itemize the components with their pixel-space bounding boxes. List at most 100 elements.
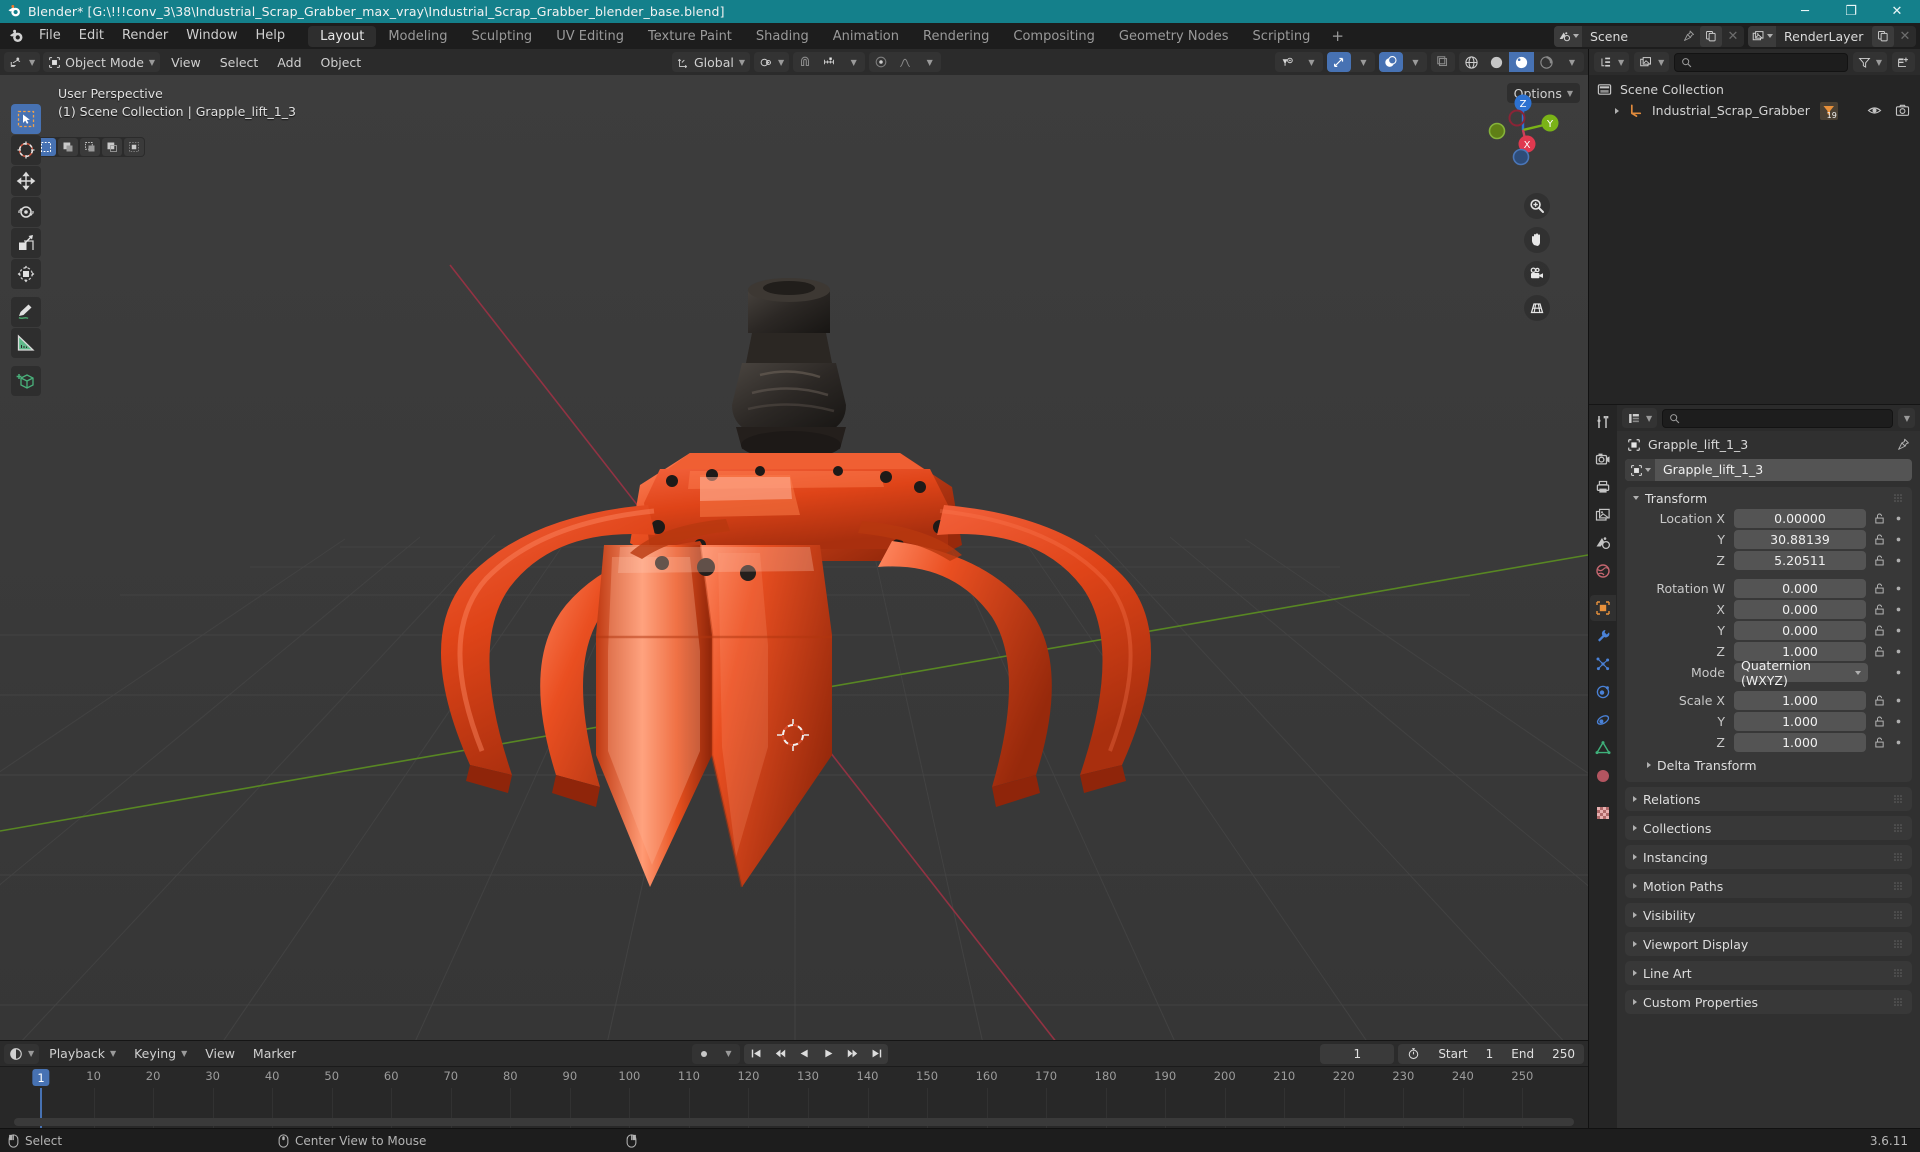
outliner-display-mode-button[interactable]: ▼ bbox=[1634, 52, 1670, 72]
snap-pivot-button[interactable]: ▼ bbox=[754, 52, 790, 72]
timeline-menu-keying[interactable]: Keying ▼ bbox=[126, 1044, 195, 1064]
scene-tab[interactable] bbox=[1590, 530, 1616, 556]
jump-to-next-keyframe-button[interactable] bbox=[840, 1044, 864, 1064]
panel-visibility[interactable]: Visibility bbox=[1625, 903, 1912, 927]
properties-search-input[interactable] bbox=[1662, 408, 1893, 428]
property-value-field[interactable]: 30.88139 bbox=[1734, 530, 1866, 549]
viewport-menu-select[interactable]: Select bbox=[212, 52, 267, 72]
workspace-tab-animation[interactable]: Animation bbox=[821, 26, 911, 47]
chevron-down-icon[interactable]: ▼ bbox=[1299, 52, 1323, 72]
snap-target-icon[interactable] bbox=[817, 52, 841, 72]
falloff-curve-icon[interactable] bbox=[893, 52, 917, 72]
property-value-field[interactable]: 1.000 bbox=[1734, 691, 1866, 710]
proportional-edit-icon[interactable] bbox=[869, 52, 893, 72]
workspace-tab-scripting[interactable]: Scripting bbox=[1241, 26, 1323, 47]
view-layer-tab[interactable] bbox=[1590, 502, 1616, 528]
wireframe-shading-icon[interactable] bbox=[1459, 52, 1484, 72]
pin-icon[interactable] bbox=[1678, 26, 1700, 47]
transform-panel-header[interactable]: Transform bbox=[1625, 487, 1912, 509]
lock-icon[interactable] bbox=[1871, 512, 1887, 525]
outliner-search-input[interactable] bbox=[1674, 52, 1848, 72]
panel-instancing[interactable]: Instancing bbox=[1625, 845, 1912, 869]
add-workspace-button[interactable]: + bbox=[1322, 26, 1353, 47]
panel-motion-paths[interactable]: Motion Paths bbox=[1625, 874, 1912, 898]
view-layer-icon[interactable] bbox=[1748, 25, 1776, 47]
workspace-tab-texture-paint[interactable]: Texture Paint bbox=[636, 26, 744, 47]
animate-property-icon[interactable] bbox=[1892, 536, 1904, 543]
workspace-tab-uv-editing[interactable]: UV Editing bbox=[544, 26, 636, 47]
measure-tool[interactable] bbox=[11, 328, 41, 358]
chevron-down-icon[interactable]: ▼ bbox=[1403, 52, 1427, 72]
timeline-body[interactable]: 10 20 30 40 50 60 70 80 90 100 110 120 130 140 150 160 1… bbox=[0, 1066, 1588, 1128]
select-difference-icon[interactable] bbox=[102, 138, 122, 156]
transform-tool[interactable] bbox=[11, 259, 41, 289]
lock-icon[interactable] bbox=[1871, 736, 1887, 749]
timeline-ruler[interactable]: 10 20 30 40 50 60 70 80 90 100 110 120 130 140 150 160 1… bbox=[0, 1067, 1588, 1088]
workspace-tab-shading[interactable]: Shading bbox=[744, 26, 821, 47]
animate-property-icon[interactable] bbox=[1892, 627, 1904, 634]
jump-to-end-button[interactable] bbox=[864, 1044, 888, 1064]
transform-orientation-button[interactable]: Global ▼ bbox=[672, 52, 751, 72]
animate-property-icon[interactable] bbox=[1892, 718, 1904, 725]
new-view-layer-button[interactable] bbox=[1872, 25, 1894, 47]
material-tab[interactable] bbox=[1590, 763, 1616, 789]
cursor-tool[interactable] bbox=[11, 135, 41, 165]
lock-icon[interactable] bbox=[1871, 645, 1887, 658]
toggle-xray-icon[interactable] bbox=[1431, 52, 1455, 72]
delta-transform-subpanel[interactable]: Delta Transform bbox=[1625, 755, 1912, 775]
property-value-field[interactable]: 0.000 bbox=[1734, 579, 1866, 598]
navigation-gizmo[interactable]: Z Y X bbox=[1484, 91, 1562, 169]
workspace-tab-layout[interactable]: Layout bbox=[308, 25, 377, 47]
new-scene-button[interactable] bbox=[1700, 25, 1722, 47]
property-value-field[interactable]: 0.00000 bbox=[1734, 509, 1866, 528]
menu-edit[interactable]: Edit bbox=[70, 25, 113, 47]
lock-icon[interactable] bbox=[1871, 694, 1887, 707]
maximize-button[interactable]: ❐ bbox=[1828, 0, 1874, 23]
menu-window[interactable]: Window bbox=[177, 25, 246, 47]
outliner-row-industrial-scrap-grabber[interactable]: Industrial_Scrap_Grabber 19 bbox=[1589, 100, 1920, 121]
animate-property-icon[interactable] bbox=[1892, 606, 1904, 613]
chevron-down-icon[interactable]: ▼ bbox=[917, 52, 941, 72]
tweak-select-tool[interactable] bbox=[11, 104, 41, 134]
stopwatch-icon[interactable] bbox=[1407, 1047, 1420, 1060]
lock-icon[interactable] bbox=[1871, 603, 1887, 616]
viewport-menu-object[interactable]: Object bbox=[313, 52, 370, 72]
panel-line-art[interactable]: Line Art bbox=[1625, 961, 1912, 985]
output-tab[interactable] bbox=[1590, 474, 1616, 500]
properties-editor-type-button[interactable]: ▼ bbox=[1622, 408, 1658, 428]
interaction-mode-button[interactable]: Object Mode ▼ bbox=[43, 52, 161, 72]
properties-options-button[interactable]: ▼ bbox=[1897, 408, 1915, 428]
play-reverse-button[interactable] bbox=[792, 1044, 816, 1064]
mesh-data-badge-icon[interactable]: 19 bbox=[1819, 101, 1838, 120]
animate-property-icon[interactable] bbox=[1892, 585, 1904, 592]
workspace-tab-sculpting[interactable]: Sculpting bbox=[459, 26, 544, 47]
workspace-tab-rendering[interactable]: Rendering bbox=[911, 26, 1001, 47]
unlink-scene-button[interactable]: ✕ bbox=[1722, 26, 1744, 47]
texture-tab[interactable] bbox=[1590, 800, 1616, 826]
pin-icon[interactable] bbox=[1897, 438, 1910, 451]
property-value-field[interactable]: 5.20511 bbox=[1734, 551, 1866, 570]
select-subtract-icon[interactable] bbox=[80, 138, 100, 156]
menu-render[interactable]: Render bbox=[113, 25, 177, 47]
rendered-shading-icon[interactable] bbox=[1534, 52, 1559, 72]
object-tab[interactable] bbox=[1590, 595, 1616, 621]
data-tab[interactable] bbox=[1590, 735, 1616, 761]
minimize-button[interactable]: ─ bbox=[1782, 0, 1828, 23]
select-extend-icon[interactable] bbox=[58, 138, 78, 156]
disable-in-renders-icon[interactable] bbox=[1895, 104, 1910, 117]
add-cube-tool[interactable] bbox=[11, 366, 41, 396]
animate-property-icon[interactable] bbox=[1892, 557, 1904, 564]
timeline-editor-type-button[interactable]: ▼ bbox=[4, 1043, 40, 1064]
property-value-field[interactable]: 0.000 bbox=[1734, 621, 1866, 640]
scene-icon[interactable] bbox=[1554, 25, 1582, 47]
timeline-scrollbar[interactable] bbox=[14, 1118, 1574, 1126]
viewport-menu-view[interactable]: View bbox=[163, 52, 209, 72]
animate-property-icon[interactable] bbox=[1892, 648, 1904, 655]
property-value-field[interactable]: 1.000 bbox=[1734, 733, 1866, 752]
show-overlays-icon[interactable] bbox=[1379, 52, 1403, 72]
blender-logo-icon[interactable] bbox=[6, 26, 26, 46]
menu-file[interactable]: File bbox=[30, 25, 70, 47]
tool-tab[interactable] bbox=[1590, 409, 1616, 435]
animate-property-icon[interactable] bbox=[1892, 515, 1904, 522]
object-visibility-icon[interactable] bbox=[1275, 52, 1299, 72]
